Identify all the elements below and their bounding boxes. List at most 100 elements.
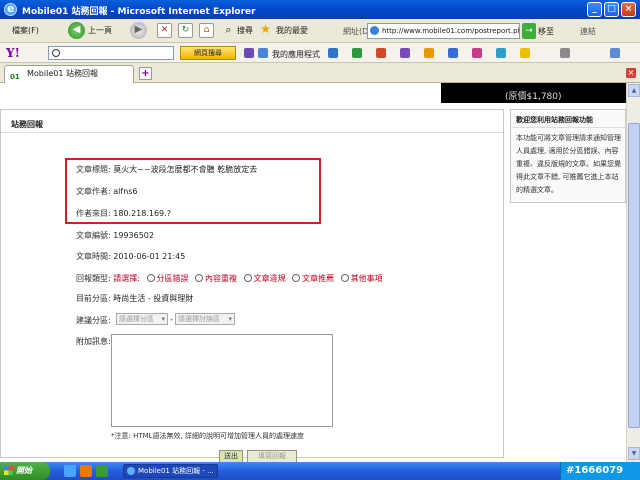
quicklaunch-icon[interactable] xyxy=(96,465,108,477)
refresh-icon[interactable]: ↻ xyxy=(178,23,193,38)
close-tab-icon[interactable]: × xyxy=(626,68,636,78)
subject-label: 文章標題: xyxy=(76,165,111,174)
radio-recommend[interactable] xyxy=(292,274,301,282)
current-section-row: 目前分區: 時尚生活 - 投資與理財 xyxy=(76,293,193,304)
new-tab-button[interactable]: + xyxy=(139,67,152,80)
toolbar-app-icon[interactable] xyxy=(560,48,570,58)
window-title: Mobile01 站務回報 - Microsoft Internet Explo… xyxy=(22,7,256,17)
scroll-down-icon[interactable]: ▼ xyxy=(628,447,640,460)
author-label: 文章作者: xyxy=(76,187,111,196)
radio-wrong-section[interactable] xyxy=(146,274,155,282)
favorites-icon[interactable]: ★ xyxy=(258,23,273,38)
option-violation[interactable]: 文章違規 xyxy=(254,274,286,283)
address-bar[interactable]: http://www.mobile01.com/postreport.php?f… xyxy=(367,23,520,39)
ip-row: 作者來目: 180.218.169.? xyxy=(76,208,171,219)
toolbar-app-icon[interactable] xyxy=(352,48,362,58)
vertical-scrollbar[interactable]: ▲ ▼ xyxy=(626,83,640,462)
links-label[interactable]: 連結 xyxy=(580,26,596,37)
note-textarea[interactable] xyxy=(111,334,333,427)
help-panel: 歡迎您利用站務回報功能 本功能可將文章管理請求通知管理人員處理, 適用於分區錯誤… xyxy=(510,109,626,203)
home-icon[interactable]: ⌂ xyxy=(199,23,214,38)
tab-bar: 01 Mobile01 站務回報 + × xyxy=(0,63,640,83)
scroll-thumb[interactable] xyxy=(628,123,640,428)
start-button[interactable]: 開始 xyxy=(0,462,50,480)
subject-row: 文章標題: 莫火大~~波段怎麼都不會聽 乾脆放定去 xyxy=(76,164,257,175)
article-time-row: 文章時間: 2010-06-01 21:45 xyxy=(76,251,185,262)
subject-value: 莫火大~~波段怎麼都不會聽 乾脆放定去 xyxy=(113,165,258,174)
ie-quicklaunch-icon[interactable] xyxy=(64,465,76,477)
forum-select[interactable]: 請選擇討論區 xyxy=(175,313,235,325)
submit-button[interactable]: 送出 xyxy=(219,450,243,462)
maximize-button[interactable]: □ xyxy=(604,2,619,17)
close-button[interactable]: × xyxy=(621,2,636,17)
fill-report-button[interactable]: 填寫回報 xyxy=(247,450,297,462)
go-button[interactable]: 移至 xyxy=(538,26,554,37)
section-select[interactable]: 請選擇分區 xyxy=(116,313,168,325)
radio-other[interactable] xyxy=(340,274,349,282)
report-type-prompt: 請選擇: xyxy=(113,274,140,283)
search-button[interactable]: 搜尋 xyxy=(237,23,253,39)
stop-icon[interactable]: ✕ xyxy=(157,23,172,38)
article-time-label: 文章時間: xyxy=(76,252,111,261)
ip-label: 作者來目: xyxy=(76,209,111,218)
option-wrong-section[interactable]: 分區錯誤 xyxy=(157,274,189,283)
taskbar: 開始 Mobile01 站務回報 - ... #1666079 xyxy=(0,462,640,480)
search-icon[interactable]: ⌕ xyxy=(221,23,236,38)
file-menu[interactable]: 檔案(F) xyxy=(12,23,39,39)
toolbar-app-icon[interactable] xyxy=(472,48,482,58)
toolbar-app-icon[interactable] xyxy=(376,48,386,58)
ie-toolbar: 檔案(F) ◀ 上一頁 ▶ ✕ ↻ ⌂ ⌕ 搜尋 ★ 我的最愛 網址(D) ht… xyxy=(0,19,640,43)
ad-banner[interactable]: (原價$1,780) xyxy=(441,83,626,103)
toolbar-app-icon[interactable] xyxy=(448,48,458,58)
quicklaunch-icon[interactable] xyxy=(80,465,92,477)
radio-violation[interactable] xyxy=(243,274,252,282)
option-other[interactable]: 其他事項 xyxy=(351,274,383,283)
page-content: (原價$1,780) 站務回報 文章標題: 莫火大~~波段怎麼都不會聽 乾脆放定… xyxy=(0,83,626,462)
toolbar-app-icon[interactable] xyxy=(610,48,620,58)
toolbar-app-icon[interactable] xyxy=(496,48,506,58)
scroll-up-icon[interactable]: ▲ xyxy=(628,84,640,97)
ad-price: (原價$1,780) xyxy=(505,92,562,102)
yahoo-toolbar: Y! 網頁搜尋 我的應用程式 xyxy=(0,43,640,63)
report-type-row: 回報類型: 請選擇: 分區錯誤 內容重複 文章違規 文章推薦 其他事項 xyxy=(76,273,383,284)
article-id-label: 文章編號: xyxy=(76,231,111,240)
title-bar: Mobile01 站務回報 - Microsoft Internet Explo… xyxy=(0,0,640,19)
radio-duplicate[interactable] xyxy=(195,274,204,282)
tab-mobile01[interactable]: 01 Mobile01 站務回報 xyxy=(4,65,134,83)
toolbar-app-icon[interactable] xyxy=(520,48,530,58)
select-dash: - xyxy=(170,315,173,324)
current-section-label: 目前分區: xyxy=(76,294,111,303)
my-apps-link[interactable]: 我的應用程式 xyxy=(272,49,320,60)
toolbar-app-icon[interactable] xyxy=(328,48,338,58)
article-id-value: 19936502 xyxy=(113,231,154,240)
author-row: 文章作者: alfns6 xyxy=(76,186,138,197)
favorites-button[interactable]: 我的最愛 xyxy=(276,23,308,39)
yahoo-search-button[interactable]: 網頁搜尋 xyxy=(180,46,236,60)
toolbar-app-icon[interactable] xyxy=(244,48,254,58)
option-duplicate[interactable]: 內容重複 xyxy=(205,274,237,283)
option-recommend[interactable]: 文章推薦 xyxy=(302,274,334,283)
yahoo-logo[interactable]: Y! xyxy=(6,46,20,60)
report-type-label: 回報類型: xyxy=(76,274,111,283)
ie-icon xyxy=(4,2,17,16)
toolbar-app-icon[interactable] xyxy=(424,48,434,58)
go-arrow-icon[interactable]: → xyxy=(522,23,536,39)
minimize-button[interactable]: _ xyxy=(587,2,602,17)
author-value: alfns6 xyxy=(113,187,138,196)
ip-value: 180.218.169.? xyxy=(113,209,171,218)
tab-label: Mobile01 站務回報 xyxy=(27,69,98,78)
divider xyxy=(1,132,503,133)
suggest-section-label: 建議分區: xyxy=(76,316,111,325)
help-text: 本功能可將文章管理請求通知管理人員處理, 適用於分區錯誤、內容重複、違反版規的文… xyxy=(516,134,621,194)
html-note: *注意: HTML語法無效, 詳細的說明可增加管理人員的處理速度 xyxy=(111,432,305,440)
back-button[interactable]: 上一頁 xyxy=(88,23,112,39)
divider xyxy=(511,127,626,128)
toolbar-app-icon[interactable] xyxy=(258,48,268,58)
article-time-value: 2010-06-01 21:45 xyxy=(113,252,186,261)
back-icon[interactable]: ◀ xyxy=(68,22,85,39)
help-title: 歡迎您利用站務回報功能 xyxy=(516,116,593,124)
taskbar-item-mobile01[interactable]: Mobile01 站務回報 - ... xyxy=(123,464,218,478)
forward-icon[interactable]: ▶ xyxy=(130,22,147,39)
toolbar-app-icon[interactable] xyxy=(400,48,410,58)
yahoo-search-input[interactable] xyxy=(48,46,174,60)
